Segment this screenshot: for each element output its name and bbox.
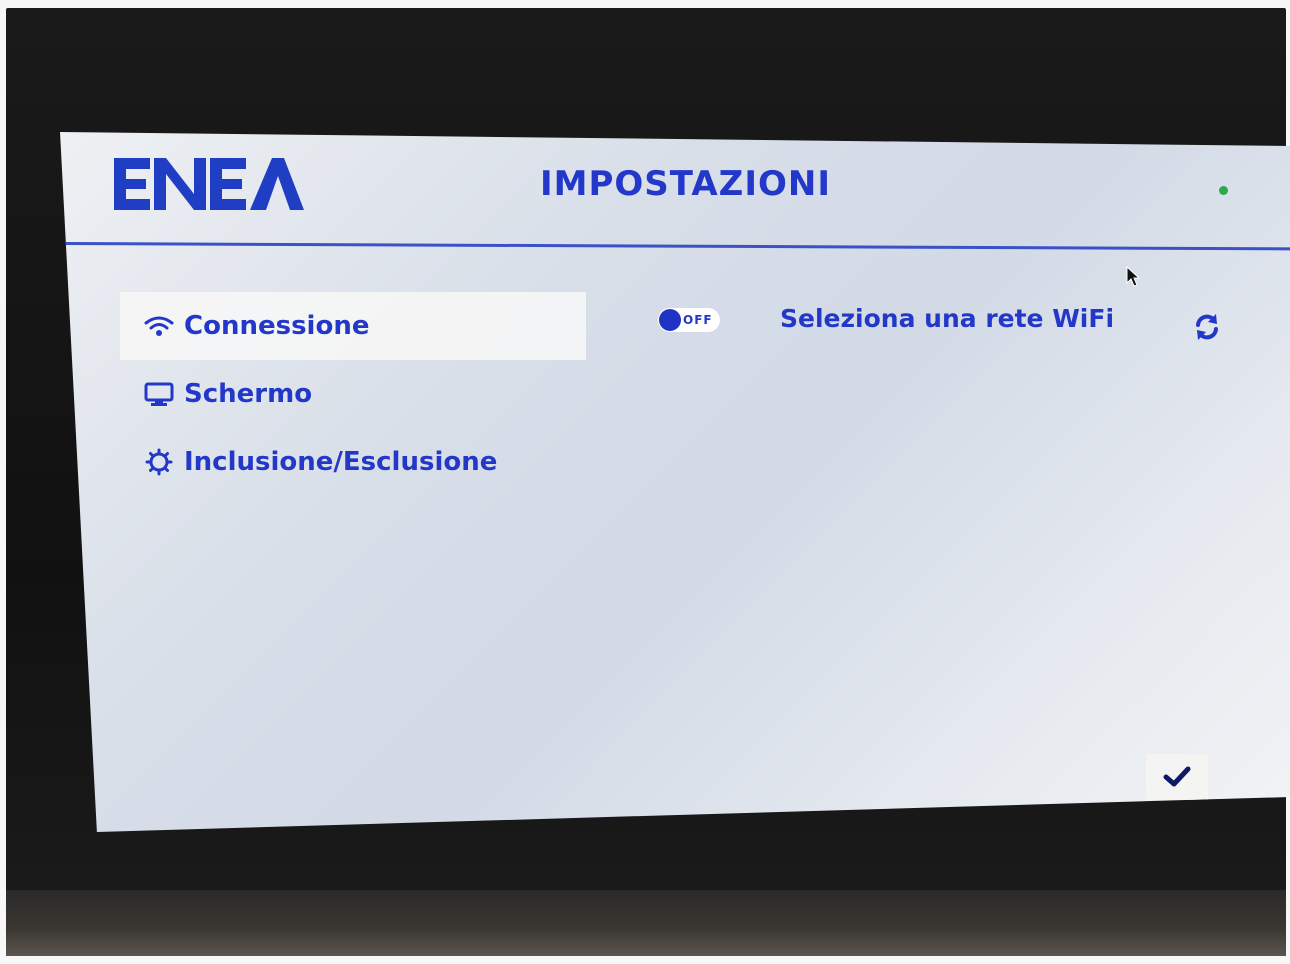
wifi-network-select[interactable]: Seleziona una rete WiFi <box>780 304 1114 333</box>
gear-icon <box>144 447 178 477</box>
menu-item-schermo[interactable]: Schermo <box>120 360 586 428</box>
wifi-icon <box>144 311 178 341</box>
monitor-icon <box>144 379 178 409</box>
refresh-button[interactable] <box>1190 310 1224 344</box>
settings-menu: Connessione Schermo Inclusione/Esclusion… <box>120 292 586 496</box>
menu-item-label: Schermo <box>184 379 313 409</box>
header: IMPOSTAZIONI <box>60 132 1290 244</box>
mouse-cursor <box>1126 266 1140 287</box>
menu-item-inclusione-esclusione[interactable]: Inclusione/Esclusione <box>120 428 586 496</box>
enea-logo <box>114 158 304 210</box>
wifi-toggle[interactable]: OFF <box>658 308 720 332</box>
confirm-button[interactable] <box>1146 754 1208 800</box>
menu-item-connessione[interactable]: Connessione <box>120 292 586 360</box>
menu-item-label: Connessione <box>184 311 370 341</box>
menu-item-label: Inclusione/Esclusione <box>184 447 498 477</box>
page-title: IMPOSTAZIONI <box>540 164 831 204</box>
toggle-label: OFF <box>683 313 713 327</box>
touchscreen: IMPOSTAZIONI Connessione Schermo Inclusi… <box>60 132 1290 832</box>
refresh-icon <box>1196 314 1218 340</box>
toggle-knob <box>659 309 681 331</box>
status-indicator <box>1219 186 1228 195</box>
checkmark-icon <box>1163 766 1191 787</box>
device-bezel-bottom <box>6 890 1286 956</box>
